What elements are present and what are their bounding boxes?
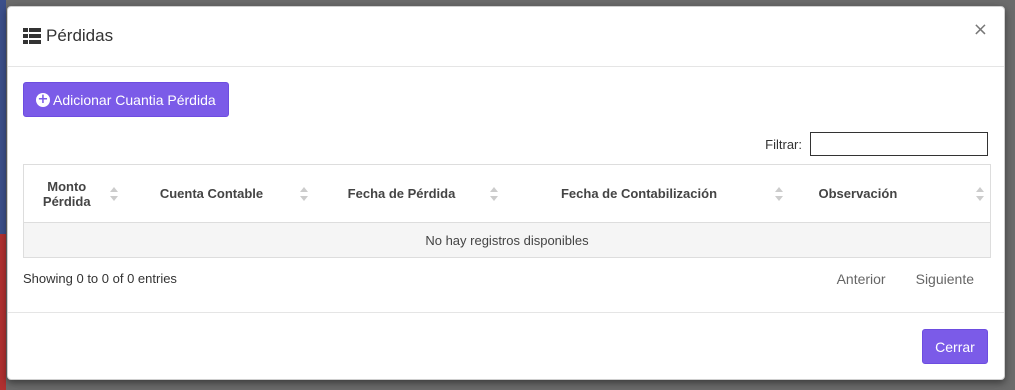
column-header-label: Fecha de Pérdida [347, 186, 456, 201]
list-icon [23, 28, 41, 44]
background-edge [0, 0, 6, 390]
sort-icon [299, 186, 308, 201]
next-page-button[interactable]: Siguiente [916, 271, 974, 287]
column-header-label: Observación [818, 186, 898, 201]
entries-info: Showing 0 to 0 of 0 entries [23, 271, 177, 286]
column-header-amount[interactable]: Monto Pérdida [23, 164, 124, 223]
empty-table-message: No hay registros disponibles [23, 222, 991, 258]
losses-modal: Pérdidas × + Adicionar Cuantia Pérdida F… [7, 6, 1005, 380]
column-header-label: Monto [47, 178, 87, 194]
modal-footer-divider [8, 312, 1004, 313]
sort-icon [109, 186, 118, 201]
filter-input[interactable] [810, 132, 988, 156]
close-icon[interactable]: × [973, 21, 988, 39]
losses-table: Monto Pérdida Cuenta Contable Fecha de P… [23, 164, 991, 258]
column-header-label: Pérdida [42, 193, 91, 209]
sort-icon [489, 186, 498, 201]
table-row: No hay registros disponibles [23, 222, 991, 258]
column-header-label: Cuenta Contable [159, 186, 264, 201]
plus-circle-icon: + [36, 91, 50, 107]
column-header-account[interactable]: Cuenta Contable [123, 164, 314, 223]
pagination: Anterior Siguiente [837, 271, 974, 287]
previous-page-button[interactable]: Anterior [837, 271, 886, 287]
modal-title: Pérdidas [46, 26, 114, 45]
column-header-accounting-date[interactable]: Fecha de Contabilización [503, 164, 789, 223]
filter-control: Filtrar: [765, 132, 988, 156]
sort-icon [774, 186, 783, 201]
modal-title-wrap: Pérdidas [23, 26, 113, 46]
close-button[interactable]: Cerrar [922, 329, 988, 364]
add-loss-amount-label: Adicionar Cuantia Pérdida [53, 91, 216, 108]
table-header-row: Monto Pérdida Cuenta Contable Fecha de P… [23, 164, 991, 223]
filter-label: Filtrar: [765, 136, 802, 152]
column-header-observation[interactable]: Observación [788, 164, 991, 223]
sort-icon [976, 186, 984, 201]
modal-header: Pérdidas × [8, 7, 1004, 67]
column-header-loss-date[interactable]: Fecha de Pérdida [313, 164, 504, 223]
add-loss-amount-button[interactable]: + Adicionar Cuantia Pérdida [23, 82, 229, 117]
column-header-label: Fecha de Contabilización [560, 186, 718, 201]
